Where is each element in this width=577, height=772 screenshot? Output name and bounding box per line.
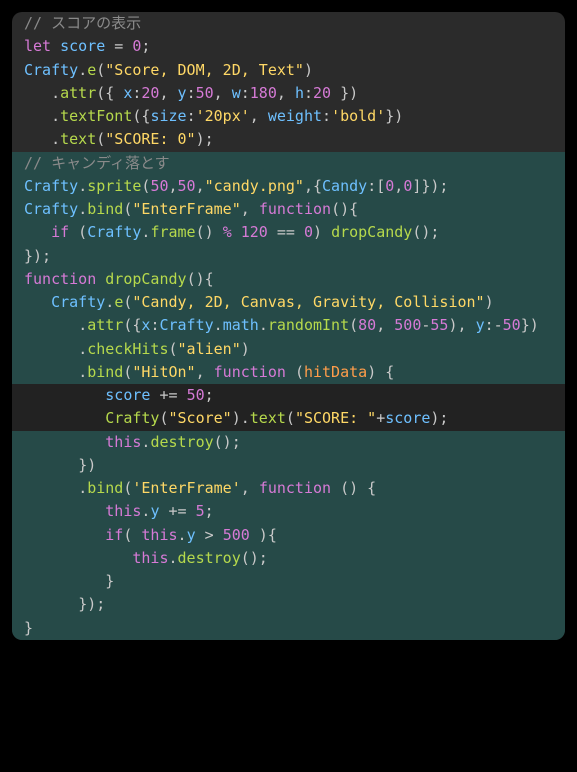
code-line: Crafty.e("Score, DOM, 2D, Text"): [12, 59, 565, 82]
code-line-highlighted: }: [12, 617, 565, 640]
code-line-highlighted: .bind('EnterFrame', function () {: [12, 477, 565, 500]
code-line: .textFont({size:'20px', weight:'bold'}): [12, 105, 565, 128]
code-line-highlighted: }: [12, 570, 565, 593]
code-line-highlighted: });: [12, 245, 565, 268]
code-line: let score = 0;: [12, 35, 565, 58]
code-line-highlighted: Crafty.e("Candy, 2D, Canvas, Gravity, Co…: [12, 291, 565, 314]
code-editor[interactable]: // スコアの表示 let score = 0; Crafty.e("Score…: [12, 12, 565, 640]
code-line-highlighted: this.y += 5;: [12, 500, 565, 523]
code-line-highlighted: // キャンディ落とす: [12, 152, 565, 175]
code-line-highlighted: function dropCandy(){: [12, 268, 565, 291]
code-line-highlighted: });: [12, 593, 565, 616]
code-line-highlighted: }): [12, 454, 565, 477]
var-score: score: [60, 37, 105, 55]
code-line-highlighted: if (Crafty.frame() % 120 == 0) dropCandy…: [12, 221, 565, 244]
code-line-highlighted: if( this.y > 500 ){: [12, 524, 565, 547]
code-line-highlighted: this.destroy();: [12, 431, 565, 454]
code-line-highlighted: Crafty.bind("EnterFrame", function(){: [12, 198, 565, 221]
code-line-highlighted: .checkHits("alien"): [12, 338, 565, 361]
code-line-highlighted: .attr({x:Crafty.math.randomInt(80, 500-5…: [12, 314, 565, 337]
code-line-highlighted: this.destroy();: [12, 547, 565, 570]
code-line-highlighted-dark: Crafty("Score").text("SCORE: "+score);: [12, 407, 565, 430]
code-line: // スコアの表示: [12, 12, 565, 35]
code-line: .text("SCORE: 0");: [12, 128, 565, 151]
comment: // スコアの表示: [24, 14, 141, 32]
code-line: .attr({ x:20, y:50, w:180, h:20 }): [12, 82, 565, 105]
keyword-let: let: [24, 37, 51, 55]
code-line-highlighted: .bind("HitOn", function (hitData) {: [12, 361, 565, 384]
code-line-highlighted: Crafty.sprite(50,50,"candy.png",{Candy:[…: [12, 175, 565, 198]
code-line-highlighted-dark: score += 50;: [12, 384, 565, 407]
